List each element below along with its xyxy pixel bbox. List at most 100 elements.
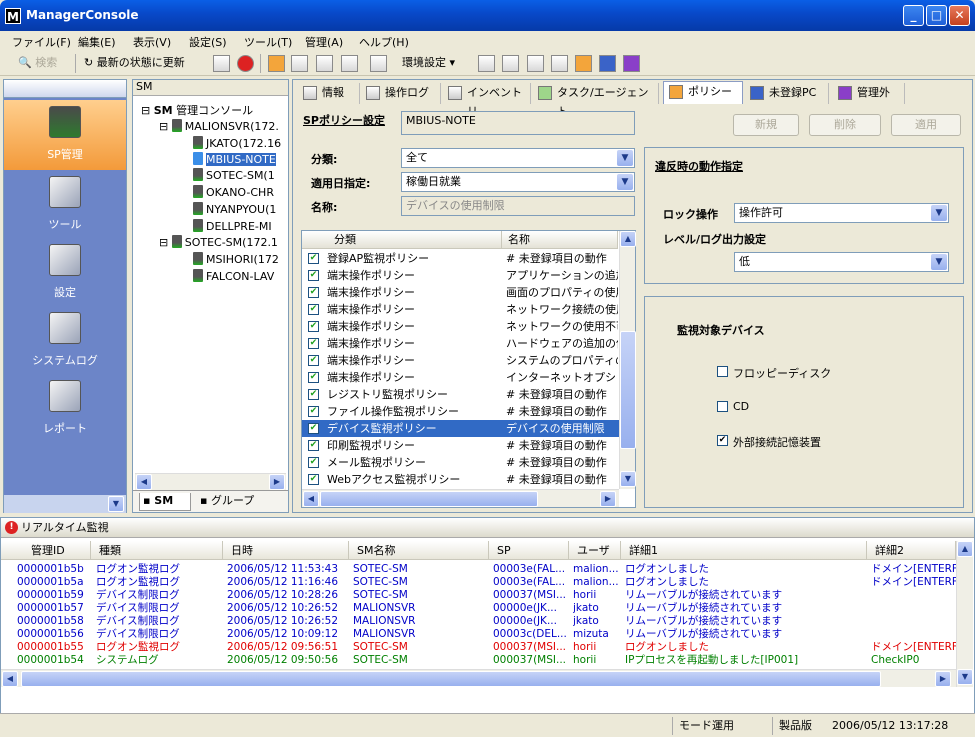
date-select[interactable]: 稼働日就業 ▼ bbox=[401, 172, 635, 192]
console-tool-icon[interactable] bbox=[316, 55, 333, 72]
list-header-category[interactable]: 分類 bbox=[302, 231, 502, 249]
unregistered-tool-icon[interactable] bbox=[599, 55, 616, 72]
tab-unmanaged[interactable]: 管理外 bbox=[833, 83, 905, 104]
col-header-sp[interactable]: SP bbox=[489, 541, 569, 560]
policy-tool-icon[interactable] bbox=[575, 55, 592, 72]
tree-node[interactable]: DELLPRE-MI bbox=[193, 219, 272, 233]
chevron-down-icon[interactable]: ▼ bbox=[617, 174, 633, 190]
row-checkbox[interactable]: ✔ bbox=[308, 440, 319, 451]
window-tool-icon[interactable] bbox=[291, 55, 308, 72]
realtime-row[interactable]: 0000001b55 ログオン監視ログ 2006/05/12 09:56:51 SOT… bbox=[1, 641, 956, 654]
alert-icon[interactable] bbox=[237, 55, 254, 72]
policy-list-hscroll[interactable]: ◀ ▶ bbox=[302, 489, 619, 507]
unmanaged-tool-icon[interactable] bbox=[623, 55, 640, 72]
col-header-id[interactable]: 管理ID bbox=[1, 541, 91, 560]
tree-node[interactable]: FALCON-LAV bbox=[193, 269, 274, 283]
apply-button[interactable]: 適用 bbox=[891, 114, 961, 136]
policy-row[interactable]: ✔ デバイス監視ポリシー デバイスの使用制限 bbox=[302, 420, 620, 437]
list-tool-icon[interactable] bbox=[370, 55, 387, 72]
col-header-user[interactable]: ユーザ bbox=[569, 541, 621, 560]
scroll-thumb[interactable] bbox=[320, 491, 538, 507]
row-checkbox[interactable]: ✔ bbox=[308, 355, 319, 366]
policy-row[interactable]: ✔ 端末操作ポリシー ハードウェアの追加の使 bbox=[302, 335, 620, 352]
tree-node[interactable]: NYANPYOU(1 bbox=[193, 202, 276, 216]
chevron-left-icon[interactable]: ◀ bbox=[303, 491, 319, 507]
tab-sm[interactable]: ▪ SM bbox=[139, 493, 191, 511]
checkbox-box[interactable] bbox=[717, 366, 728, 377]
tab-task-agent[interactable]: タスク/エージェント bbox=[533, 83, 659, 118]
chevron-right-icon[interactable]: ▶ bbox=[935, 671, 951, 687]
realtime-row[interactable]: 0000001b5b ログオン監視ログ 2006/05/12 11:53:43 SOT… bbox=[1, 563, 956, 576]
policy-row[interactable]: ✔ 端末操作ポリシー ネットワーク接続の使用 bbox=[302, 301, 620, 318]
external-storage-checkbox[interactable]: ✔ 外部接続記憶装置 bbox=[717, 434, 821, 450]
row-checkbox[interactable]: ✔ bbox=[308, 321, 319, 332]
task-tool-icon[interactable] bbox=[551, 55, 568, 72]
row-checkbox[interactable]: ✔ bbox=[308, 287, 319, 298]
policy-row[interactable]: ✔ メール監視ポリシー # 未登録項目の動作 bbox=[302, 454, 620, 471]
policy-row[interactable]: ✔ 端末操作ポリシー アプリケーションの追加と bbox=[302, 267, 620, 284]
policy-row[interactable]: ✔ 端末操作ポリシー ネットワークの使用不可 bbox=[302, 318, 620, 335]
close-button[interactable]: ✕ bbox=[949, 5, 970, 26]
grid-icon[interactable] bbox=[213, 55, 230, 72]
policy-list-vscroll[interactable]: ▲ ▼ bbox=[619, 231, 636, 489]
tree-node[interactable]: OKANO-CHR bbox=[193, 185, 274, 199]
chevron-right-icon[interactable]: ▶ bbox=[600, 491, 616, 507]
col-header-date[interactable]: 日時 bbox=[223, 541, 349, 560]
chevron-down-icon[interactable]: ▼ bbox=[620, 471, 636, 487]
row-checkbox[interactable]: ✔ bbox=[308, 338, 319, 349]
tab-group[interactable]: ▪ グループ bbox=[197, 493, 254, 511]
tab-operation-log[interactable]: 操作ログ bbox=[361, 83, 441, 104]
scroll-thumb[interactable] bbox=[620, 331, 636, 449]
hw-sw-tool-icon[interactable] bbox=[527, 55, 544, 72]
nav-sp-management[interactable]: SP管理 bbox=[4, 100, 126, 170]
tab-policy[interactable]: ポリシー bbox=[663, 81, 743, 104]
chevron-up-icon[interactable]: ▲ bbox=[620, 231, 636, 247]
log-tool-icon[interactable] bbox=[502, 55, 519, 72]
nav-scroll-down[interactable]: ▼ bbox=[4, 495, 126, 513]
tree-root[interactable]: ⊟ SM 管理コンソール bbox=[141, 102, 253, 118]
policy-row[interactable]: ✔ レジストリ監視ポリシー # 未登録項目の動作 bbox=[302, 386, 620, 403]
env-settings-dropdown[interactable]: 環境設定 ▾ bbox=[402, 54, 455, 74]
realtime-row[interactable]: 0000001b54 システムログ 2006/05/12 09:50:56 SOTEC… bbox=[1, 654, 956, 667]
checkbox-box[interactable]: ✔ bbox=[717, 435, 728, 446]
chevron-down-icon[interactable]: ▼ bbox=[957, 669, 973, 685]
row-checkbox[interactable]: ✔ bbox=[308, 304, 319, 315]
tree-node[interactable]: JKATO(172.16 bbox=[193, 136, 281, 150]
row-checkbox[interactable]: ✔ bbox=[308, 423, 319, 434]
row-checkbox[interactable]: ✔ bbox=[308, 474, 319, 485]
delete-button[interactable]: 削除 bbox=[809, 114, 881, 136]
row-checkbox[interactable]: ✔ bbox=[308, 457, 319, 468]
realtime-row[interactable]: 0000001b57 デバイス制限ログ 2006/05/12 10:26:52 MAL… bbox=[1, 602, 956, 615]
chevron-left-icon[interactable]: ◀ bbox=[2, 671, 18, 687]
cd-checkbox[interactable]: CD bbox=[717, 400, 749, 413]
col-header-type[interactable]: 種類 bbox=[91, 541, 223, 560]
info-tool-icon[interactable] bbox=[478, 55, 495, 72]
policy-row[interactable]: ✔ ファイル操作監視ポリシー # 未登録項目の動作 bbox=[302, 403, 620, 420]
menu-tools[interactable]: ツール(T) bbox=[244, 34, 292, 50]
row-checkbox[interactable]: ✔ bbox=[308, 372, 319, 383]
menu-settings[interactable]: 設定(S) bbox=[189, 34, 227, 50]
row-checkbox[interactable]: ✔ bbox=[308, 406, 319, 417]
realtime-row[interactable]: 0000001b59 デバイス制限ログ 2006/05/12 10:28:26 SOT… bbox=[1, 589, 956, 602]
tree-node[interactable]: MSIHORI(172 bbox=[193, 252, 279, 266]
list-header-name[interactable]: 名称 bbox=[502, 231, 618, 249]
tab-inventory[interactable]: インベントリ bbox=[443, 83, 531, 118]
tree-node[interactable]: ⊟ MALIONSVR(172. bbox=[159, 119, 279, 133]
chevron-down-icon[interactable]: ▼ bbox=[108, 496, 124, 512]
row-checkbox[interactable]: ✔ bbox=[308, 389, 319, 400]
menu-file[interactable]: ファイル(F) bbox=[12, 34, 71, 50]
realtime-hscroll[interactable]: ◀ ▶ bbox=[1, 669, 956, 687]
policy-row[interactable]: ✔ 端末操作ポリシー システムのプロパティの使 bbox=[302, 352, 620, 369]
chevron-down-icon[interactable]: ▼ bbox=[931, 205, 947, 221]
policy-row[interactable]: ✔ 印刷監視ポリシー # 未登録項目の動作 bbox=[302, 437, 620, 454]
policy-row[interactable]: ✔ 登録AP監視ポリシー # 未登録項目の動作 bbox=[302, 250, 620, 267]
maximize-button[interactable]: □ bbox=[926, 5, 947, 26]
row-checkbox[interactable]: ✔ bbox=[308, 253, 319, 264]
menu-manage[interactable]: 管理(A) bbox=[305, 34, 343, 50]
realtime-row[interactable]: 0000001b5a ログオン監視ログ 2006/05/12 11:16:46 SOT… bbox=[1, 576, 956, 589]
chevron-down-icon[interactable]: ▼ bbox=[931, 254, 947, 270]
floppy-checkbox[interactable]: フロッピーディスク bbox=[717, 365, 831, 381]
menu-view[interactable]: 表示(V) bbox=[133, 34, 171, 50]
realtime-row[interactable]: 0000001b58 デバイス制限ログ 2006/05/12 10:26:52 MAL… bbox=[1, 615, 956, 628]
lock-select[interactable]: 操作許可 ▼ bbox=[734, 203, 949, 223]
